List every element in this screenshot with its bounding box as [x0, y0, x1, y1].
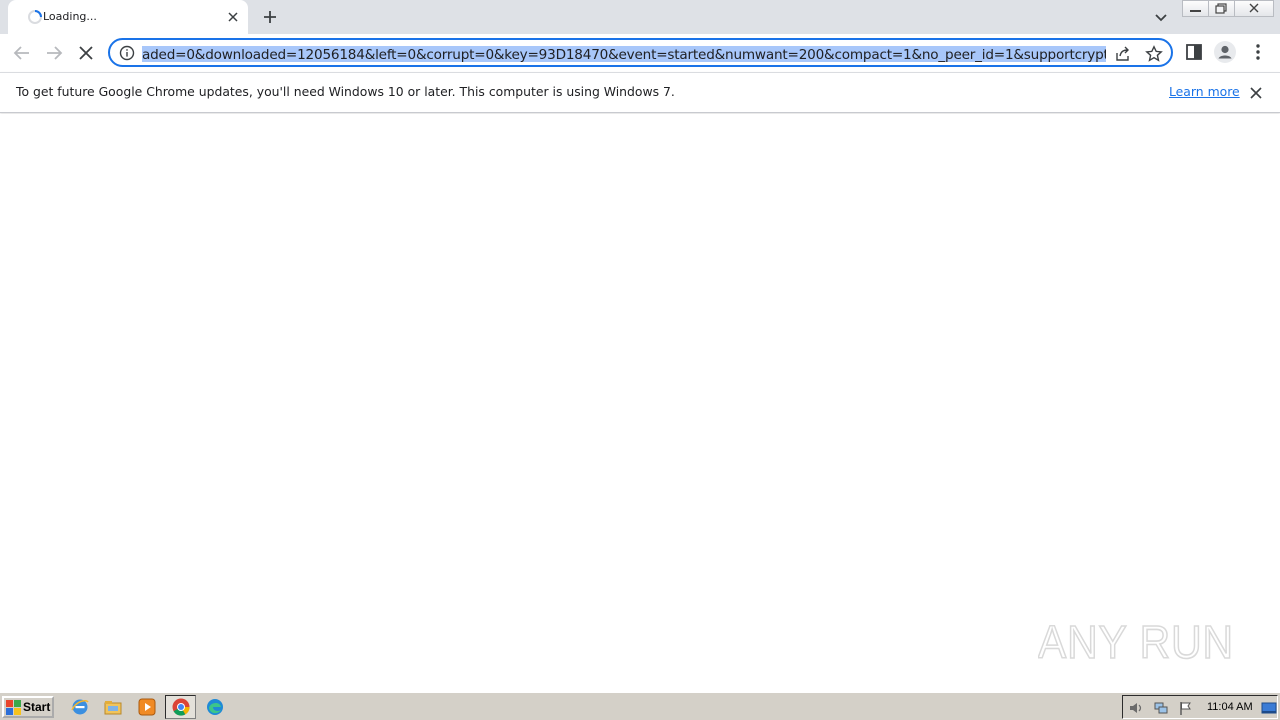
clock: 11:04 AM: [1207, 701, 1253, 713]
url-selected-text: aded=0&downloaded=12056184&left=0&corrup…: [142, 46, 1106, 62]
chrome-taskbar-button[interactable]: [165, 695, 196, 719]
side-panel-icon[interactable]: [1182, 40, 1206, 64]
site-info-icon[interactable]: [119, 45, 135, 61]
tab-loading[interactable]: Loading...: [8, 0, 248, 34]
profile-avatar-icon[interactable]: [1213, 40, 1237, 64]
more-menu-icon[interactable]: [1246, 40, 1270, 64]
stop-loading-x-icon[interactable]: [73, 40, 99, 66]
action-center-flag-icon[interactable]: [1178, 700, 1194, 716]
show-desktop-icon[interactable]: [1261, 700, 1277, 716]
update-infobar: To get future Google Chrome updates, you…: [0, 72, 1280, 113]
learn-more-link[interactable]: Learn more: [1169, 84, 1240, 99]
tab-close-icon[interactable]: [224, 8, 242, 26]
file-explorer-icon[interactable]: [103, 697, 123, 717]
url-text[interactable]: aded=0&downloaded=12056184&left=0&corrup…: [142, 44, 1106, 62]
window-controls: [1182, 0, 1274, 18]
tab-title: Loading...: [43, 10, 97, 23]
minimize-icon: [1190, 10, 1201, 12]
infobar-message: To get future Google Chrome updates, you…: [16, 84, 675, 99]
infobar-close-icon[interactable]: [1247, 84, 1265, 102]
tab-strip: Loading...: [0, 0, 1280, 34]
windows-logo-icon: [6, 700, 21, 715]
watermark-text: ANY RUN: [1038, 616, 1234, 668]
windows-taskbar: Start 11:04 AM: [0, 692, 1280, 720]
address-bar[interactable]: aded=0&downloaded=12056184&left=0&corrup…: [108, 38, 1173, 67]
new-tab-plus-icon[interactable]: [258, 5, 282, 29]
anyrun-watermark: ANY RUN: [1038, 615, 1234, 669]
internet-explorer-icon[interactable]: [70, 697, 90, 717]
forward-arrow-icon[interactable]: [41, 40, 67, 66]
media-player-icon[interactable]: [137, 697, 157, 717]
start-button[interactable]: Start: [2, 696, 54, 718]
restore-button[interactable]: [1208, 0, 1235, 17]
share-icon[interactable]: [1113, 44, 1133, 64]
bookmark-star-icon[interactable]: [1144, 44, 1164, 64]
network-icon[interactable]: [1153, 700, 1169, 716]
restore-icon: [1215, 3, 1227, 14]
start-label: Start: [23, 700, 51, 714]
back-arrow-icon[interactable]: [9, 40, 35, 66]
system-tray: 11:04 AM: [1122, 695, 1278, 719]
loading-spinner-icon: [28, 10, 42, 24]
close-window-button[interactable]: [1234, 0, 1274, 17]
tab-search-chevron-down-icon[interactable]: [1150, 6, 1172, 28]
close-icon: [1249, 3, 1259, 13]
edge-icon[interactable]: [205, 697, 225, 717]
volume-icon[interactable]: [1128, 700, 1144, 716]
chrome-icon: [172, 698, 190, 716]
minimize-button[interactable]: [1182, 0, 1209, 17]
